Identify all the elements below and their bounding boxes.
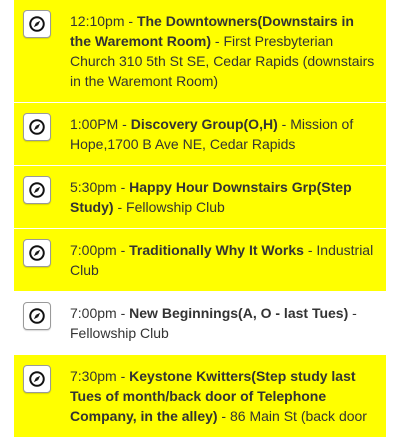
compass-icon[interactable] <box>23 113 51 141</box>
list-item: 12:10pm - The Downtowners(Downstairs in … <box>14 0 386 103</box>
meeting-time: 7:30pm <box>70 368 117 384</box>
list-item: 7:00pm - New Beginnings(A, O - last Tues… <box>14 292 386 355</box>
compass-icon[interactable] <box>23 10 51 38</box>
meeting-time: 12:10pm <box>70 13 125 29</box>
list-item: 7:30pm - Keystone Kwitters(Step study la… <box>14 355 386 438</box>
meeting-time: 7:00pm <box>70 242 117 258</box>
list-item: 1:00PM - Discovery Group(O,H) - Mission … <box>14 103 386 166</box>
list-item: 7:00pm - Traditionally Why It Works - In… <box>14 229 386 292</box>
compass-icon[interactable] <box>23 176 51 204</box>
meeting-location: Fellowship Club <box>70 325 169 341</box>
meeting-name[interactable]: Discovery Group(O,H) <box>131 116 278 132</box>
meeting-name[interactable]: Traditionally Why It Works <box>129 242 304 258</box>
meeting-time: 7:00pm <box>70 305 117 321</box>
compass-icon[interactable] <box>23 239 51 267</box>
meeting-time: 5:30pm <box>70 179 117 195</box>
meeting-name[interactable]: New Beginnings(A, O - last Tues) <box>129 305 348 321</box>
meeting-location: Fellowship Club <box>126 199 225 215</box>
meeting-time: 1:00PM <box>70 116 119 132</box>
compass-icon[interactable] <box>23 365 51 393</box>
list-item: 5:30pm - Happy Hour Downstairs Grp(Step … <box>14 166 386 229</box>
meeting-list: 12:10pm - The Downtowners(Downstairs in … <box>14 0 386 438</box>
compass-icon[interactable] <box>23 302 51 330</box>
meeting-location: 86 Main St (back door <box>230 408 367 424</box>
